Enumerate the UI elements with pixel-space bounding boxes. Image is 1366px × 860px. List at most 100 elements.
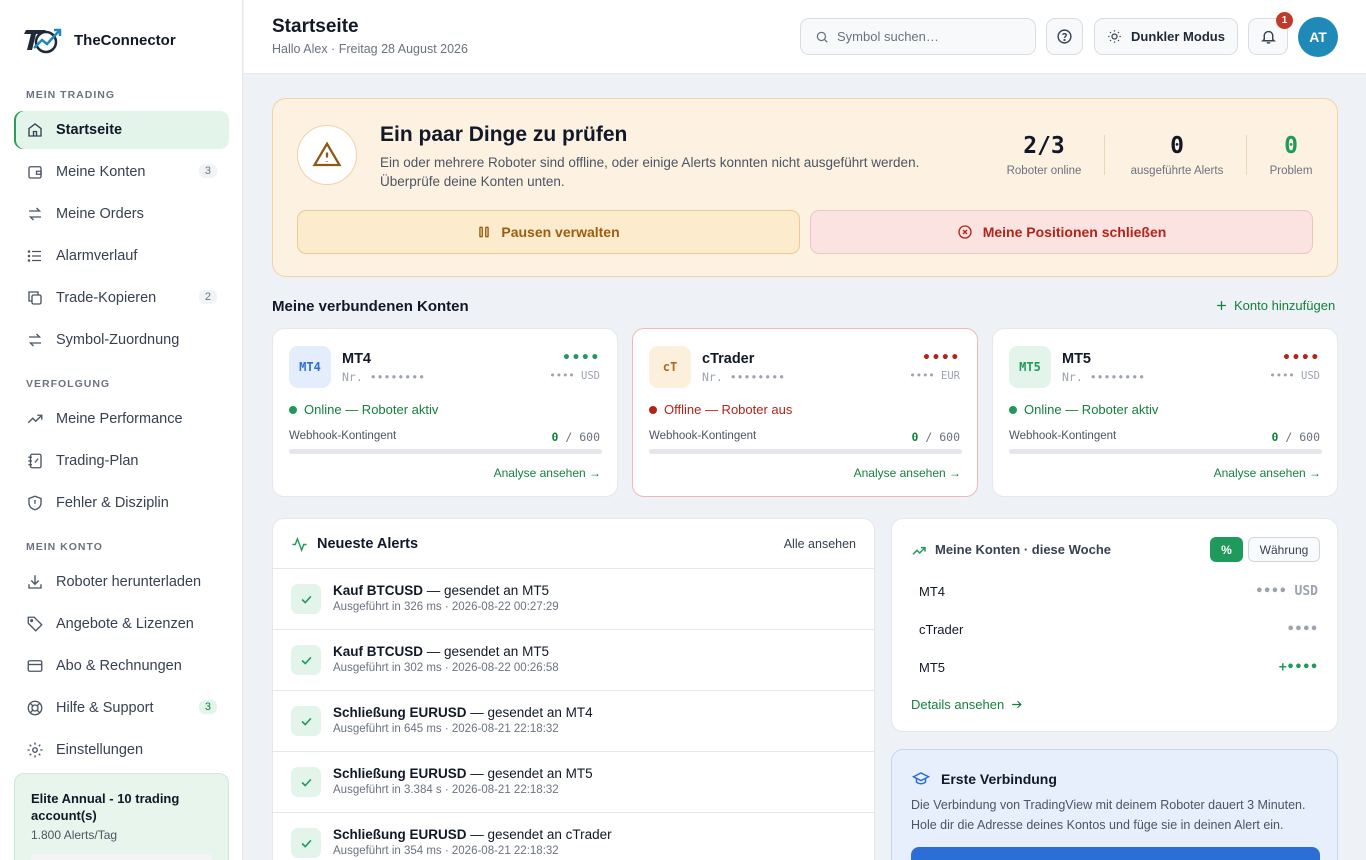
alerts-title: Neueste Alerts — [317, 536, 419, 552]
plan-usage-bar — [31, 854, 212, 860]
plan-card[interactable]: Elite Annual - 10 trading account(s) 1.8… — [14, 773, 229, 860]
warning-icon — [297, 125, 357, 185]
dark-mode-button[interactable]: Dunkler Modus — [1094, 18, 1238, 55]
stat-value: 0 — [1284, 133, 1298, 159]
view-analysis-link[interactable]: Analyse ansehen → — [494, 466, 601, 480]
alert-row[interactable]: Schließung EURUSD — gesendet an MT5 Ausg… — [273, 752, 874, 813]
sidebar-item-label: Angebote & Lizenzen — [56, 616, 194, 632]
search-input[interactable] — [837, 29, 1017, 44]
manage-pauses-label: Pausen verwalten — [501, 224, 620, 240]
check-icon — [291, 584, 321, 614]
account-card-mt5[interactable]: MT5 MT5 Nr. •••••••• •••• •••• USD Onlin… — [992, 328, 1338, 497]
account-card-ctrader[interactable]: cT cTrader Nr. •••••••• •••• •••• EUR Of… — [632, 328, 978, 497]
sidebar-item-meine-orders[interactable]: Meine Orders — [14, 195, 229, 233]
alert-action: Kauf BTCUSD — [333, 583, 423, 598]
home-icon — [28, 123, 42, 137]
account-card-mt4[interactable]: MT4 MT4 Nr. •••••••• •••• •••• USD Onlin… — [272, 328, 618, 497]
count-badge: 2 — [198, 290, 217, 304]
sidebar-item-abo-rechnungen[interactable]: Abo & Rechnungen — [14, 647, 229, 685]
first-connection-text: Die Verbindung von TradingView mit deine… — [911, 798, 1306, 832]
logo-icon — [24, 28, 62, 54]
stat-divider — [1104, 135, 1105, 175]
stat-divider — [1246, 135, 1247, 175]
alert-action: Schließung EURUSD — [333, 827, 467, 842]
sun-icon — [1108, 30, 1121, 43]
weekly-account-name: MT5 — [919, 660, 945, 675]
webhook-label: Webhook-Kontingent — [649, 430, 757, 442]
alert-target: — gesendet an MT5 — [466, 766, 593, 781]
sidebar-item-roboter-herunterladen[interactable]: Roboter herunterladen — [14, 563, 229, 601]
alert-title: Kauf BTCUSD — gesendet an MT5 — [333, 644, 549, 659]
alerts-header: Neueste Alerts Alle ansehen — [273, 519, 874, 569]
sidebar-item-meine-performance[interactable]: Meine Performance — [14, 400, 229, 438]
swap-icon — [28, 333, 42, 347]
check-icon — [291, 767, 321, 797]
sidebar: TheConnector MEIN TRADING Startseite Mei… — [0, 0, 243, 860]
alert-row[interactable]: Schließung EURUSD — gesendet an MT4 Ausg… — [273, 691, 874, 752]
alert-action: Kauf BTCUSD — [333, 644, 423, 659]
mt5-logo: MT5 — [1009, 346, 1051, 388]
view-analysis-link[interactable]: Analyse ansehen → — [1214, 466, 1321, 480]
view-analysis-link[interactable]: Analyse ansehen → — [854, 466, 961, 480]
stat-value: 0 — [1170, 133, 1184, 159]
avatar[interactable]: AT — [1298, 17, 1338, 57]
manage-pauses-button[interactable]: Pausen verwalten — [297, 210, 800, 254]
close-positions-label: Meine Positionen schließen — [982, 224, 1167, 240]
sidebar-item-symbol-zuordnung[interactable]: Symbol-Zuordnung — [14, 321, 229, 359]
sidebar-item-trade-kopieren[interactable]: Trade-Kopieren 2 — [14, 279, 229, 317]
section-mein-konto: MEIN KONTO — [26, 541, 103, 553]
stat-label: ausgeführte Alerts — [1130, 165, 1224, 177]
notebook-icon — [28, 453, 42, 469]
sidebar-item-label: Abo & Rechnungen — [56, 658, 182, 674]
alert-meta: Ausgeführt in 645 ms · 2026-08-21 22:18:… — [333, 723, 559, 735]
view-details-link[interactable]: Details ansehen — [911, 697, 1023, 712]
top-header: Startseite Hallo Alex · Freitag 28 Augus… — [244, 0, 1366, 74]
search-box[interactable] — [800, 18, 1036, 55]
notification-count: 1 — [1276, 12, 1293, 29]
account-name: cTrader — [702, 351, 755, 367]
sidebar-item-alarmverlauf[interactable]: Alarmverlauf — [14, 237, 229, 275]
pause-icon — [479, 226, 490, 238]
alert-row[interactable]: Kauf BTCUSD — gesendet an MT5 Ausgeführt… — [273, 569, 874, 630]
sidebar-item-einstellungen[interactable]: Einstellungen — [14, 731, 229, 769]
activity-icon — [292, 536, 307, 553]
account-number: Nr. •••••••• — [342, 370, 426, 384]
alert-target: — gesendet an cTrader — [466, 827, 612, 842]
percent-toggle[interactable]: % — [1210, 537, 1243, 562]
alert-meta: Ausgeführt in 354 ms · 2026-08-21 22:18:… — [333, 845, 559, 857]
brand[interactable]: TheConnector — [24, 26, 176, 54]
sidebar-item-fehler-disziplin[interactable]: Fehler & Disziplin — [14, 484, 229, 522]
notifications-button[interactable]: 1 — [1248, 12, 1293, 55]
graduation-cap-icon — [911, 772, 931, 785]
account-number: Nr. •••••••• — [1062, 370, 1146, 384]
plan-title: Elite Annual - 10 trading account(s) — [31, 791, 180, 823]
add-account-link[interactable]: Konto hinzufügen — [1215, 298, 1335, 313]
weekly-title: Meine Konten · diese Woche — [935, 542, 1112, 557]
alert-meta: Ausgeführt in 302 ms · 2026-08-22 00:26:… — [333, 662, 559, 674]
view-all-alerts-link[interactable]: Alle ansehen — [784, 537, 856, 551]
help-button[interactable] — [1046, 18, 1083, 55]
stat-label: Roboter online — [1006, 165, 1082, 177]
alert-title: Schließung EURUSD — gesendet an MT5 — [333, 766, 593, 781]
view-details-label: Details ansehen — [911, 697, 1005, 712]
account-currency: •••• EUR — [909, 370, 960, 382]
first-connection-button[interactable] — [911, 847, 1320, 860]
account-status-text: Offline — Roboter aus — [664, 402, 793, 417]
alert-row[interactable]: Kauf BTCUSD — gesendet an MT5 Ausgeführt… — [273, 630, 874, 691]
webhook-used: 0 — [1271, 430, 1279, 444]
account-name: MT4 — [342, 351, 371, 367]
sidebar-item-startseite[interactable]: Startseite — [14, 111, 229, 149]
sidebar-item-trading-plan[interactable]: Trading-Plan — [14, 442, 229, 480]
sidebar-item-angebote-lizenzen[interactable]: Angebote & Lizenzen — [14, 605, 229, 643]
alert-title: Schließung EURUSD — gesendet an cTrader — [333, 827, 612, 842]
help-icon — [1057, 29, 1072, 44]
add-account-label: Konto hinzufügen — [1234, 298, 1336, 313]
webhook-total: / 600 — [1285, 430, 1320, 444]
copy-icon — [28, 291, 42, 305]
sidebar-item-meine-konten[interactable]: Meine Konten 3 — [14, 153, 229, 191]
close-positions-button[interactable]: Meine Positionen schließen — [810, 210, 1313, 254]
sidebar-item-hilfe-support[interactable]: Hilfe & Support 3 — [14, 689, 229, 727]
alert-row[interactable]: Schließung EURUSD — gesendet an cTrader … — [273, 813, 874, 860]
first-connection-title: Erste Verbindung — [941, 771, 1057, 787]
currency-toggle[interactable]: Währung — [1248, 537, 1320, 562]
